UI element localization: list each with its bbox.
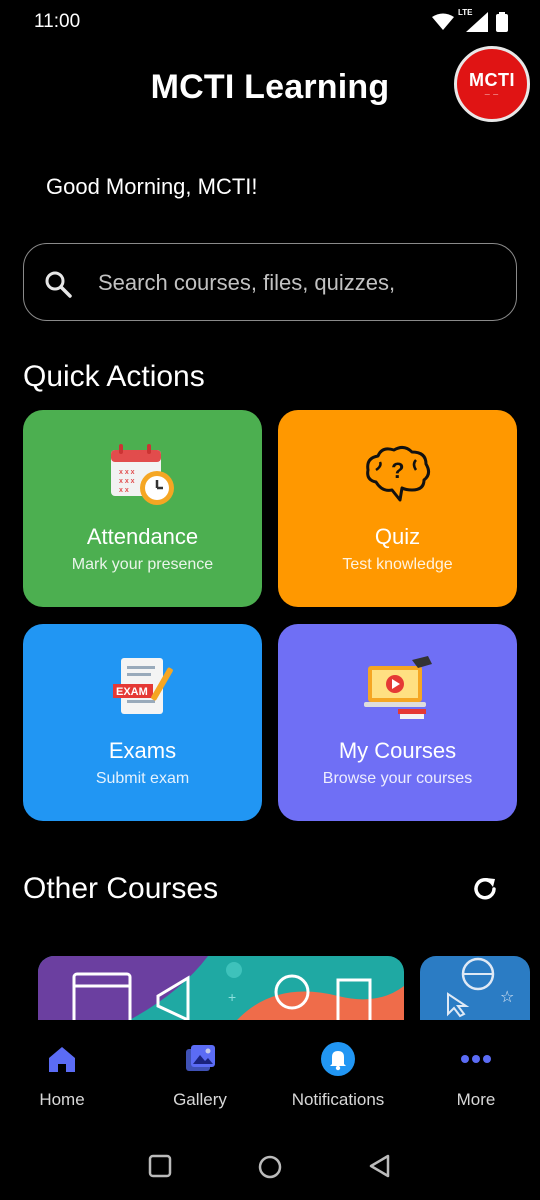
back-button[interactable] xyxy=(368,1154,392,1178)
course-carousel[interactable]: + ☆ xyxy=(0,956,540,1020)
status-time: 11:00 xyxy=(34,11,81,32)
nav-more-label: More xyxy=(456,1090,496,1109)
nav-home[interactable]: Home xyxy=(0,1020,132,1130)
exams-title: Exams xyxy=(108,738,177,763)
svg-text:x x: x x xyxy=(119,487,129,494)
attendance-card[interactable]: x x x x x x x x Attendance Mark your pre… xyxy=(23,410,262,607)
course-thumbnail: ☆ xyxy=(447,957,514,1018)
search-input[interactable] xyxy=(96,262,500,304)
gallery-icon xyxy=(186,1045,215,1071)
signal-group: LTE xyxy=(458,8,488,32)
course-card[interactable]: ☆ xyxy=(420,956,530,1020)
quiz-title: Quiz xyxy=(374,524,421,549)
svg-text:?: ? xyxy=(391,458,404,483)
my-courses-title: My Courses xyxy=(338,738,457,763)
quiz-card[interactable]: ? Quiz Test knowledge xyxy=(278,410,517,607)
profile-logo[interactable]: MCTI — — xyxy=(454,46,530,122)
status-bar: 11:00 LTE xyxy=(0,0,540,46)
status-icons: LTE xyxy=(432,8,508,32)
nav-notifications[interactable]: Notifications xyxy=(268,1020,408,1130)
my-courses-subtitle: Browse your courses xyxy=(322,770,473,787)
quick-actions-title: Quick Actions xyxy=(23,360,205,393)
battery-icon xyxy=(496,12,508,32)
app-bar: MCTI Learning MCTI — — xyxy=(0,46,540,136)
svg-text:☆: ☆ xyxy=(500,989,514,1006)
nav-more[interactable]: More xyxy=(406,1020,540,1130)
exam-paper-icon: EXAM xyxy=(113,658,173,714)
search-icon xyxy=(45,271,72,298)
signal-icon xyxy=(466,12,488,32)
svg-text:EXAM: EXAM xyxy=(116,686,148,698)
my-courses-card[interactable]: My Courses Browse your courses xyxy=(278,624,517,821)
greeting-text: Good Morning, MCTI! xyxy=(46,174,258,199)
bell-icon xyxy=(321,1042,355,1076)
more-dots-icon xyxy=(461,1055,491,1063)
course-thumbnail: + xyxy=(38,956,404,1020)
exams-subtitle: Submit exam xyxy=(95,770,190,787)
system-navigation xyxy=(0,1130,540,1200)
nav-notifications-label: Notifications xyxy=(291,1090,385,1109)
brain-question-icon: ? xyxy=(366,445,431,502)
nav-gallery-label: Gallery xyxy=(173,1090,227,1109)
bottom-navigation: Home Gallery Notifications More xyxy=(0,1020,540,1130)
home-icon xyxy=(49,1047,75,1072)
home-button[interactable] xyxy=(257,1154,283,1180)
svg-text:x x x: x x x xyxy=(119,469,135,476)
svg-text:+: + xyxy=(228,989,236,1005)
nav-home-label: Home xyxy=(39,1090,85,1109)
search-bar[interactable] xyxy=(23,243,517,321)
wifi-icon xyxy=(432,13,454,30)
refresh-icon[interactable] xyxy=(470,874,500,904)
quiz-subtitle: Test knowledge xyxy=(342,556,453,573)
svg-text:x x x: x x x xyxy=(119,478,135,485)
nav-gallery[interactable]: Gallery xyxy=(130,1020,270,1130)
online-course-icon xyxy=(364,656,432,719)
logo-text: MCTI xyxy=(469,70,515,90)
logo-decoration: — — xyxy=(484,92,500,98)
calendar-clock-icon: x x x x x x x x xyxy=(111,444,174,505)
recents-button[interactable] xyxy=(148,1154,172,1178)
attendance-subtitle: Mark your presence xyxy=(71,556,214,573)
course-card[interactable]: + xyxy=(38,956,404,1020)
attendance-title: Attendance xyxy=(86,524,199,549)
other-courses-title: Other Courses xyxy=(23,872,219,905)
exams-card[interactable]: EXAM Exams Submit exam xyxy=(23,624,262,821)
